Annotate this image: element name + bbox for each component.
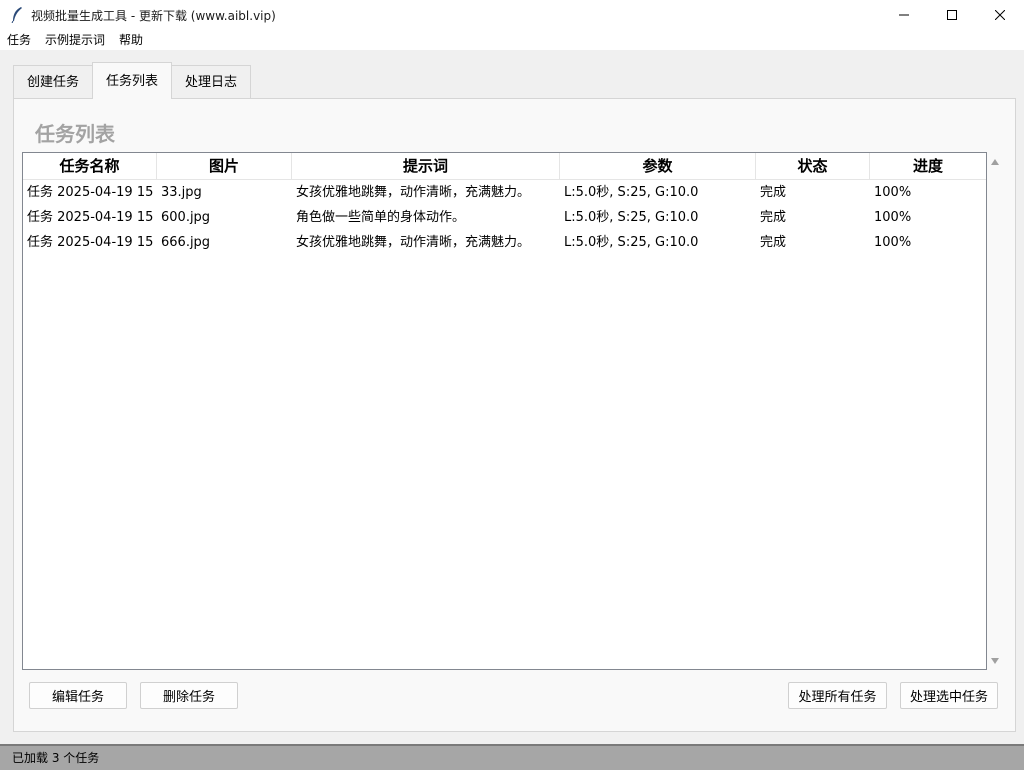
- cell-image: 666.jpg: [161, 235, 211, 250]
- menu-task[interactable]: 任务: [0, 30, 38, 50]
- delete-task-button[interactable]: 删除任务: [140, 682, 238, 709]
- cell-progress: 100%: [874, 185, 912, 200]
- window-controls: [880, 0, 1024, 30]
- close-button[interactable]: [976, 0, 1024, 30]
- column-header-params[interactable]: 参数: [560, 153, 756, 179]
- minimize-icon: [899, 14, 909, 16]
- column-header-progress[interactable]: 进度: [870, 153, 986, 179]
- edit-task-button[interactable]: 编辑任务: [29, 682, 127, 709]
- title-bar: 视频批量生成工具 - 更新下载 (www.aibl.vip): [0, 0, 1024, 30]
- vertical-scrollbar[interactable]: [987, 152, 1004, 670]
- cell-task-name: 任务 2025-04-19 15: [27, 210, 154, 225]
- task-table[interactable]: 任务名称 图片 提示词 参数 状态 进度 任务 2025-04-19 15 33…: [22, 152, 987, 670]
- cell-params: L:5.0秒, S:25, G:10.0: [564, 210, 699, 225]
- cell-params: L:5.0秒, S:25, G:10.0: [564, 235, 699, 250]
- scroll-down-icon[interactable]: [991, 658, 999, 664]
- cell-image: 600.jpg: [161, 210, 211, 225]
- column-header-task-name[interactable]: 任务名称: [23, 153, 157, 179]
- maximize-icon: [947, 10, 957, 20]
- tab-bar: 创建任务 任务列表 处理日志: [13, 62, 252, 99]
- cell-progress: 100%: [874, 210, 912, 225]
- window-title: 视频批量生成工具 - 更新下载 (www.aibl.vip): [31, 8, 276, 23]
- cell-progress: 100%: [874, 235, 912, 250]
- cell-prompt: 角色做一些简单的身体动作。: [296, 210, 466, 225]
- close-icon: [995, 10, 1005, 20]
- menu-example-prompts[interactable]: 示例提示词: [38, 30, 112, 50]
- cell-task-name: 任务 2025-04-19 15: [27, 235, 154, 250]
- tab-task-list[interactable]: 任务列表: [92, 62, 173, 99]
- table-row[interactable]: 任务 2025-04-19 15 33.jpg 女孩优雅地跳舞，动作清晰，充满魅…: [23, 180, 986, 205]
- cell-image: 33.jpg: [161, 185, 202, 200]
- menu-bar: 任务 示例提示词 帮助: [0, 30, 1024, 50]
- tab-process-log[interactable]: 处理日志: [171, 65, 252, 99]
- scroll-up-icon[interactable]: [991, 159, 999, 165]
- cell-status: 完成: [760, 210, 787, 225]
- column-header-image[interactable]: 图片: [157, 153, 292, 179]
- process-selected-tasks-button[interactable]: 处理选中任务: [900, 682, 998, 709]
- menu-help[interactable]: 帮助: [112, 30, 150, 50]
- column-header-prompt[interactable]: 提示词: [292, 153, 560, 179]
- cell-status: 完成: [760, 235, 787, 250]
- cell-prompt: 女孩优雅地跳舞，动作清晰，充满魅力。: [296, 185, 531, 200]
- cell-params: L:5.0秒, S:25, G:10.0: [564, 185, 699, 200]
- cell-task-name: 任务 2025-04-19 15: [27, 185, 154, 200]
- process-all-tasks-button[interactable]: 处理所有任务: [788, 682, 887, 709]
- cell-status: 完成: [760, 185, 787, 200]
- cell-prompt: 女孩优雅地跳舞，动作清晰，充满魅力。: [296, 235, 531, 250]
- tab-create-task[interactable]: 创建任务: [13, 65, 94, 99]
- status-bar: 已加载 3 个任务: [0, 744, 1024, 770]
- column-header-status[interactable]: 状态: [756, 153, 870, 179]
- minimize-button[interactable]: [880, 0, 928, 30]
- panel-title: 任务列表: [35, 122, 115, 146]
- table-row[interactable]: 任务 2025-04-19 15 666.jpg 女孩优雅地跳舞，动作清晰，充满…: [23, 230, 986, 255]
- table-row[interactable]: 任务 2025-04-19 15 600.jpg 角色做一些简单的身体动作。 L…: [23, 205, 986, 230]
- table-header: 任务名称 图片 提示词 参数 状态 进度: [23, 153, 986, 180]
- maximize-button[interactable]: [928, 0, 976, 30]
- feather-icon: [9, 7, 25, 23]
